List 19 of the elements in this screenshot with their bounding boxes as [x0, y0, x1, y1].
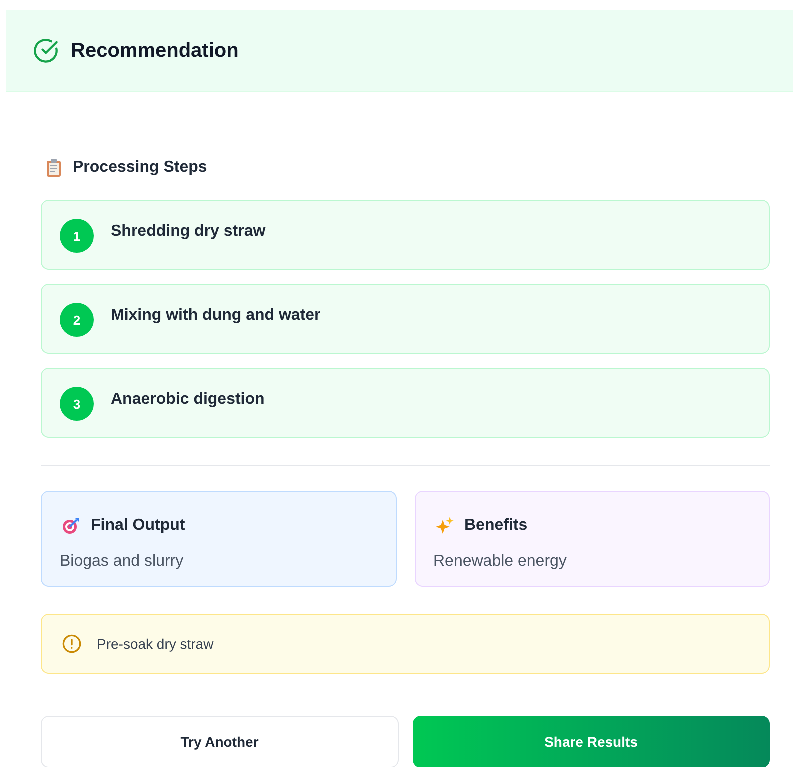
sparkles-icon — [436, 517, 454, 535]
step-text: Anaerobic digestion — [111, 390, 265, 410]
action-button[interactable]: Try Another — [41, 716, 398, 767]
step-text: Shredding dry straw — [111, 222, 266, 242]
alert-icon — [62, 634, 82, 654]
step-text: Mixing with dung and water — [111, 306, 321, 326]
card-text: Biogas and slurry — [60, 552, 184, 572]
step-number: 2 — [60, 303, 94, 337]
check-circle-icon — [33, 38, 59, 64]
card-text: Renewable energy — [434, 552, 567, 572]
tip-text: Pre-soak dry straw — [97, 634, 214, 654]
step-number: 3 — [60, 387, 94, 421]
target-icon — [62, 517, 80, 535]
clipboard-icon — [47, 159, 61, 177]
section-title: Processing Steps — [73, 158, 208, 178]
card-title: Final Output — [91, 516, 186, 536]
header-title: Recommendation — [71, 38, 239, 64]
card-title: Benefits — [464, 516, 528, 536]
step-number: 1 — [60, 219, 94, 253]
